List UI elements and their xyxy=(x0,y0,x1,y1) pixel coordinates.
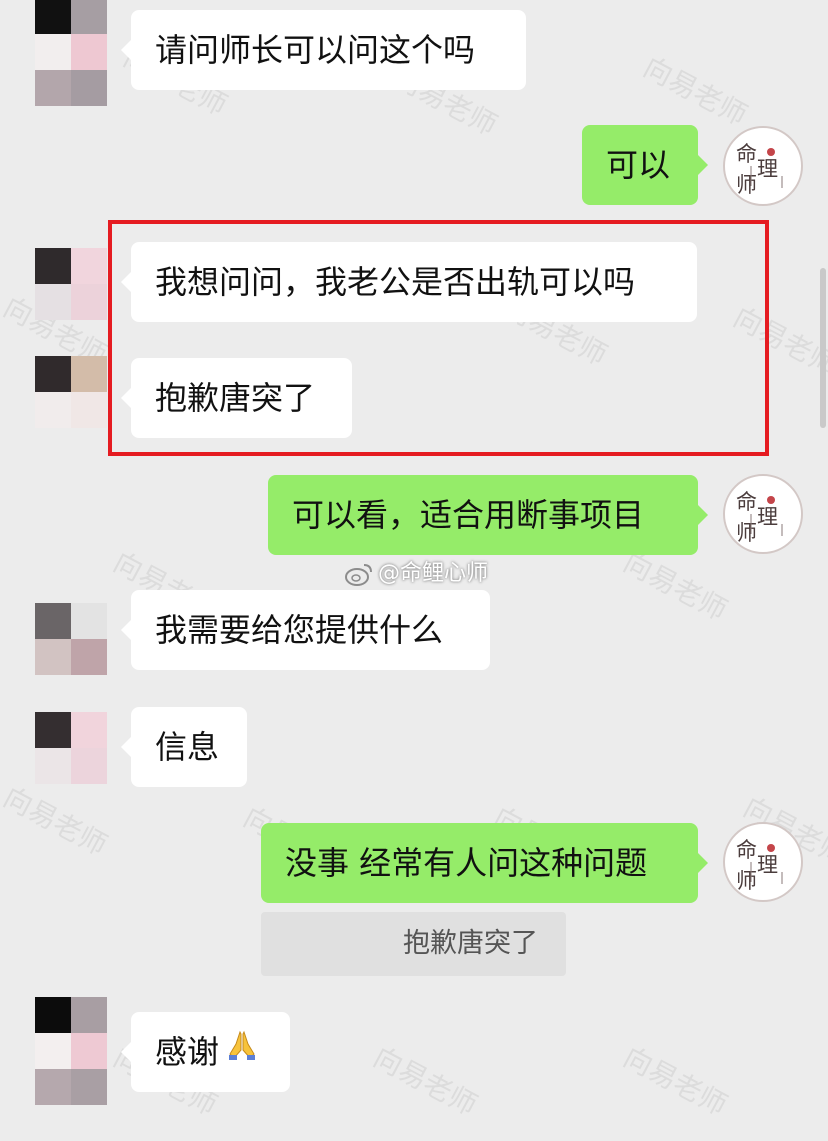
message-text: 没事 经常有人问这种问题 xyxy=(285,844,648,882)
svg-text:理: 理 xyxy=(757,157,778,181)
watermark: 向易老师 xyxy=(638,50,753,133)
svg-text:命: 命 xyxy=(736,142,757,166)
watermark: 向易老师 xyxy=(368,1040,483,1123)
message-text: 感谢 xyxy=(155,1033,220,1071)
svg-text:师: 师 xyxy=(736,869,757,893)
contact-avatar[interactable] xyxy=(35,997,107,1105)
message-text: 抱歉唐突了 xyxy=(155,379,316,417)
message-bubble[interactable]: 可以 xyxy=(582,125,708,205)
chat-window: 向易老师 向易老师 向易老师 向易老师 向易老师 向易老师 向易老师 向易老师 … xyxy=(0,0,828,1141)
contact-avatar[interactable] xyxy=(35,0,107,70)
contact-avatar[interactable] xyxy=(35,603,107,675)
message-text: 可以看，适合用断事项目 xyxy=(292,496,645,534)
message-bubble[interactable]: 可以看，适合用断事项目 xyxy=(268,475,708,555)
message-bubble[interactable]: 信息 xyxy=(121,707,247,787)
svg-text:师: 师 xyxy=(736,173,757,197)
contact-avatar[interactable] xyxy=(35,356,107,428)
quoted-message-text: 抱歉唐突了 xyxy=(403,928,538,959)
message-bubble[interactable]: 抱歉唐突了 xyxy=(121,358,352,438)
svg-text:理: 理 xyxy=(757,505,778,529)
contact-avatar[interactable] xyxy=(35,248,107,320)
folded-hands-icon xyxy=(225,1011,259,1091)
message-bubble[interactable]: 没事 经常有人问这种问题 xyxy=(261,823,708,903)
svg-text:理: 理 xyxy=(757,853,778,877)
self-avatar-logo-icon: 命 理 师 xyxy=(736,838,783,893)
self-avatar-logo-icon: 命 理 师 xyxy=(736,142,783,197)
self-avatar[interactable]: 命 理 师 xyxy=(723,474,803,554)
watermark: 向易老师 xyxy=(0,780,113,863)
source-tag-text: @命鲤心师 xyxy=(378,561,489,586)
self-avatar[interactable]: 命 理 师 xyxy=(723,822,803,902)
svg-text:师: 师 xyxy=(736,521,757,545)
self-avatar[interactable]: 命 理 师 xyxy=(723,126,803,206)
message-bubble[interactable]: 我需要给您提供什么 xyxy=(121,590,490,670)
message-text: 信息 xyxy=(155,728,220,766)
svg-text:命: 命 xyxy=(736,490,757,514)
scrollbar[interactable] xyxy=(820,268,826,428)
message-text: 我需要给您提供什么 xyxy=(155,611,444,649)
svg-text:命: 命 xyxy=(736,838,757,862)
weibo-icon xyxy=(345,564,372,586)
contact-avatar[interactable] xyxy=(35,712,107,784)
message-text: 请问师长可以问这个吗 xyxy=(155,31,476,69)
contact-avatar-lower xyxy=(35,70,107,108)
message-bubble[interactable]: 请问师长可以问这个吗 xyxy=(121,10,526,90)
source-tag: @命鲤心师 xyxy=(344,560,488,588)
message-text: 可以 xyxy=(606,146,671,184)
message-bubble[interactable]: 感谢 xyxy=(121,1011,290,1092)
message-bubble[interactable]: 我想问问，我老公是否出轨可以吗 xyxy=(121,242,697,322)
message-text: 我想问问，我老公是否出轨可以吗 xyxy=(155,263,636,301)
watermark: 向易老师 xyxy=(618,1040,733,1123)
self-avatar-logo-icon: 命 理 师 xyxy=(736,490,783,545)
quoted-message[interactable]: 抱歉唐突了 xyxy=(261,912,566,976)
